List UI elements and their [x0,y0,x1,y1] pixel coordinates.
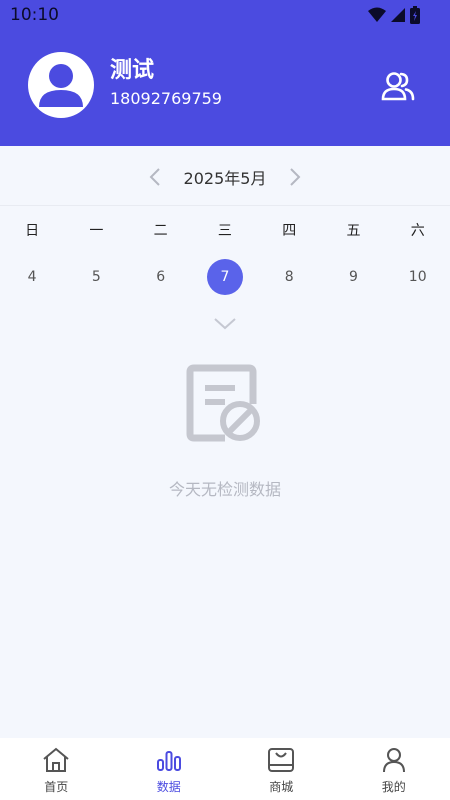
home-icon [43,747,69,772]
empty-state-message: 今天无检测数据 [168,480,281,499]
chevron-left-icon [149,168,160,186]
date-cell[interactable]: 9 [321,258,385,296]
tab-label: 商城 [269,780,294,794]
bar-chart-icon [156,751,181,771]
weekday-label: 四 [282,223,297,239]
wifi-icon [368,7,386,22]
avatar-person-icon [39,64,83,107]
user-phone: 18092769759 [110,89,222,108]
date-number: 7 [206,259,243,295]
date-number: 4 [27,269,37,285]
date-cell[interactable]: 7 [193,258,257,296]
chevron-right-icon [290,168,301,186]
shop-icon [268,748,295,772]
weekday-label: 一 [89,223,104,239]
date-cell[interactable]: 10 [386,258,450,296]
signal-icon [391,8,405,22]
date-number: 8 [284,269,294,285]
battery-icon [410,6,420,24]
date-number: 9 [348,269,358,285]
profile-header: 10:10 测试 18092769759 [0,0,450,146]
date-cell[interactable]: 8 [257,258,321,296]
date-cell[interactable]: 4 [0,258,64,296]
month-selector: 2025年5月 [0,146,450,206]
previous-month-button[interactable] [140,162,170,192]
current-month-label: 2025年5月 [183,169,267,188]
tab-label: 我的 [381,780,406,794]
date-number: 5 [91,269,101,285]
weekday-label: 五 [346,223,361,239]
status-bar: 10:10 [0,0,450,30]
weekday-label: 六 [410,223,425,239]
users-icon [381,72,415,101]
avatar[interactable] [28,52,94,118]
weekday-label: 日 [25,223,40,239]
tab-home[interactable]: 首页 [0,738,113,800]
tab-mine[interactable]: 我的 [338,738,450,800]
status-icons [368,6,420,24]
user-icon [382,748,405,773]
status-time: 10:10 [10,5,59,25]
user-name: 测试 [110,58,155,83]
date-cell[interactable]: 6 [129,258,193,296]
tab-data[interactable]: 数据 [113,738,226,800]
tab-label: 数据 [156,780,181,794]
bottom-tab-bar: 首页 数据 商城 我的 [0,738,450,800]
date-cell[interactable]: 5 [64,258,128,296]
date-number: 6 [156,269,166,285]
next-month-button[interactable] [280,162,310,192]
tab-label: 首页 [44,780,69,794]
chevron-down-icon [214,318,236,330]
family-members-button[interactable] [378,66,418,106]
no-data-document-icon [186,364,260,442]
weekday-label: 二 [153,223,168,239]
date-number: 10 [408,269,427,285]
expand-calendar-button[interactable] [210,314,240,334]
tab-shop[interactable]: 商城 [225,738,338,800]
week-dates: 4 5 6 7 8 9 10 [0,258,450,296]
weekday-header: 日 一 二 三 四 五 六 [0,216,450,244]
weekday-label: 三 [217,223,232,239]
